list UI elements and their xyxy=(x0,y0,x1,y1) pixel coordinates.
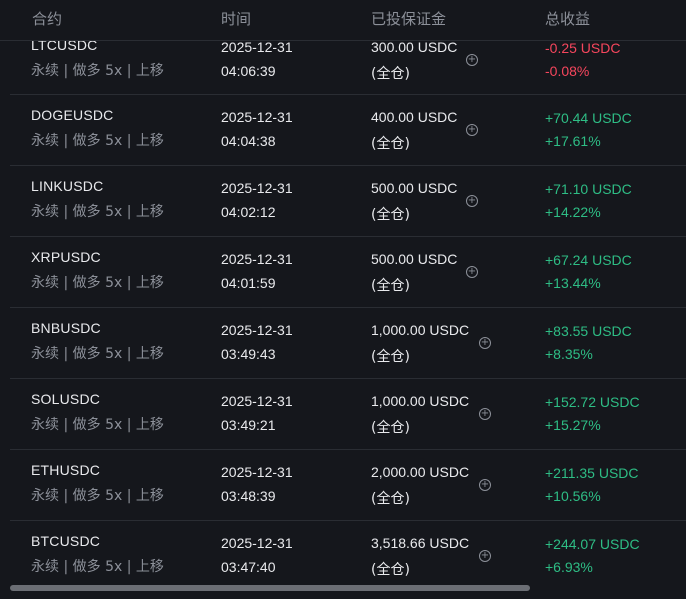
contract-symbol[interactable]: BNBUSDC xyxy=(31,320,101,336)
margin-amount: 400.00 USDC xyxy=(371,109,458,125)
pnl-percent: +6.93% xyxy=(545,559,593,575)
open-time: 04:06:39 xyxy=(221,63,276,79)
positions-list: LTCUSDC 永续 | 做多 5x | 上移 2025-12-31 04:06… xyxy=(10,25,686,591)
open-date: 2025-12-31 xyxy=(221,180,293,196)
margin-amount: 300.00 USDC xyxy=(371,39,458,55)
pnl-percent: +10.56% xyxy=(545,488,601,504)
open-time: 04:01:59 xyxy=(221,275,276,291)
contract-details: 永续 | 做多 5x | 上移 xyxy=(31,488,164,504)
plus-circle-icon[interactable]: + xyxy=(479,408,491,420)
plus-circle-icon[interactable]: + xyxy=(479,479,491,491)
contract-details: 永续 | 做多 5x | 上移 xyxy=(31,133,164,149)
open-date: 2025-12-31 xyxy=(221,464,293,480)
header-total-pnl[interactable]: 总收益 xyxy=(545,8,590,29)
open-time: 03:47:40 xyxy=(221,559,276,575)
plus-circle-icon[interactable]: + xyxy=(466,195,478,207)
contract-symbol[interactable]: LINKUSDC xyxy=(31,178,103,194)
pnl-amount: +83.55 USDC xyxy=(545,323,632,339)
pnl-amount: +244.07 USDC xyxy=(545,536,640,552)
contract-symbol[interactable]: DOGEUSDC xyxy=(31,107,114,123)
pnl-percent: +8.35% xyxy=(545,346,593,362)
contract-details: 永续 | 做多 5x | 上移 xyxy=(31,417,164,433)
open-date: 2025-12-31 xyxy=(221,393,293,409)
contract-symbol[interactable]: XRPUSDC xyxy=(31,249,101,265)
contract-details: 永续 | 做多 5x | 上移 xyxy=(31,346,164,362)
margin-mode: (全仓) xyxy=(371,420,410,436)
table-row[interactable]: XRPUSDC 永续 | 做多 5x | 上移 2025-12-31 04:01… xyxy=(10,237,686,308)
open-date: 2025-12-31 xyxy=(221,39,293,55)
contract-details: 永续 | 做多 5x | 上移 xyxy=(31,204,164,220)
table-row[interactable]: DOGEUSDC 永续 | 做多 5x | 上移 2025-12-31 04:0… xyxy=(10,95,686,166)
open-date: 2025-12-31 xyxy=(221,251,293,267)
plus-circle-icon[interactable]: + xyxy=(479,337,491,349)
header-contract[interactable]: 合约 xyxy=(32,8,62,29)
pnl-amount: +152.72 USDC xyxy=(545,394,640,410)
open-time: 03:49:21 xyxy=(221,417,276,433)
contract-symbol[interactable]: ETHUSDC xyxy=(31,462,100,478)
table-header: 合约 时间 已投保证金 总收益 xyxy=(0,0,686,41)
margin-mode: (全仓) xyxy=(371,562,410,578)
open-date: 2025-12-31 xyxy=(221,322,293,338)
margin-amount: 1,000.00 USDC xyxy=(371,322,470,338)
pnl-percent: -0.08% xyxy=(545,63,590,79)
table-row[interactable]: ETHUSDC 永续 | 做多 5x | 上移 2025-12-31 03:48… xyxy=(10,450,686,521)
pnl-amount: -0.25 USDC xyxy=(545,40,621,56)
margin-mode: (全仓) xyxy=(371,278,410,294)
horizontal-scrollbar[interactable] xyxy=(10,585,530,591)
open-date: 2025-12-31 xyxy=(221,535,293,551)
open-time: 03:49:43 xyxy=(221,346,276,362)
pnl-percent: +13.44% xyxy=(545,275,601,291)
margin-amount: 500.00 USDC xyxy=(371,251,458,267)
table-row[interactable]: LINKUSDC 永续 | 做多 5x | 上移 2025-12-31 04:0… xyxy=(10,166,686,237)
header-margin[interactable]: 已投保证金 xyxy=(371,8,446,29)
pnl-amount: +67.24 USDC xyxy=(545,252,632,268)
pnl-percent: +15.27% xyxy=(545,417,601,433)
pnl-percent: +14.22% xyxy=(545,204,601,220)
margin-amount: 1,000.00 USDC xyxy=(371,393,470,409)
open-time: 04:02:12 xyxy=(221,204,276,220)
header-time[interactable]: 时间 xyxy=(221,8,251,29)
positions-table: LTCUSDC 永续 | 做多 5x | 上移 2025-12-31 04:06… xyxy=(0,0,686,599)
open-date: 2025-12-31 xyxy=(221,109,293,125)
pnl-amount: +71.10 USDC xyxy=(545,181,632,197)
pnl-amount: +70.44 USDC xyxy=(545,110,632,126)
margin-amount: 500.00 USDC xyxy=(371,180,458,196)
plus-circle-icon[interactable]: + xyxy=(466,54,478,66)
margin-mode: (全仓) xyxy=(371,136,410,152)
pnl-amount: +211.35 USDC xyxy=(545,465,639,481)
contract-symbol[interactable]: BTCUSDC xyxy=(31,533,100,549)
margin-amount: 3,518.66 USDC xyxy=(371,535,470,551)
margin-amount: 2,000.00 USDC xyxy=(371,464,470,480)
margin-mode: (全仓) xyxy=(371,66,410,82)
table-row[interactable]: BTCUSDC 永续 | 做多 5x | 上移 2025-12-31 03:47… xyxy=(10,521,686,591)
open-time: 04:04:38 xyxy=(221,133,276,149)
contract-symbol[interactable]: SOLUSDC xyxy=(31,391,100,407)
pnl-percent: +17.61% xyxy=(545,133,601,149)
contract-details: 永续 | 做多 5x | 上移 xyxy=(31,63,164,79)
plus-circle-icon[interactable]: + xyxy=(479,550,491,562)
plus-circle-icon[interactable]: + xyxy=(466,124,478,136)
margin-mode: (全仓) xyxy=(371,207,410,223)
margin-mode: (全仓) xyxy=(371,491,410,507)
table-row[interactable]: SOLUSDC 永续 | 做多 5x | 上移 2025-12-31 03:49… xyxy=(10,379,686,450)
open-time: 03:48:39 xyxy=(221,488,276,504)
plus-circle-icon[interactable]: + xyxy=(466,266,478,278)
contract-details: 永续 | 做多 5x | 上移 xyxy=(31,275,164,291)
table-row[interactable]: BNBUSDC 永续 | 做多 5x | 上移 2025-12-31 03:49… xyxy=(10,308,686,379)
margin-mode: (全仓) xyxy=(371,349,410,365)
contract-details: 永续 | 做多 5x | 上移 xyxy=(31,559,164,575)
